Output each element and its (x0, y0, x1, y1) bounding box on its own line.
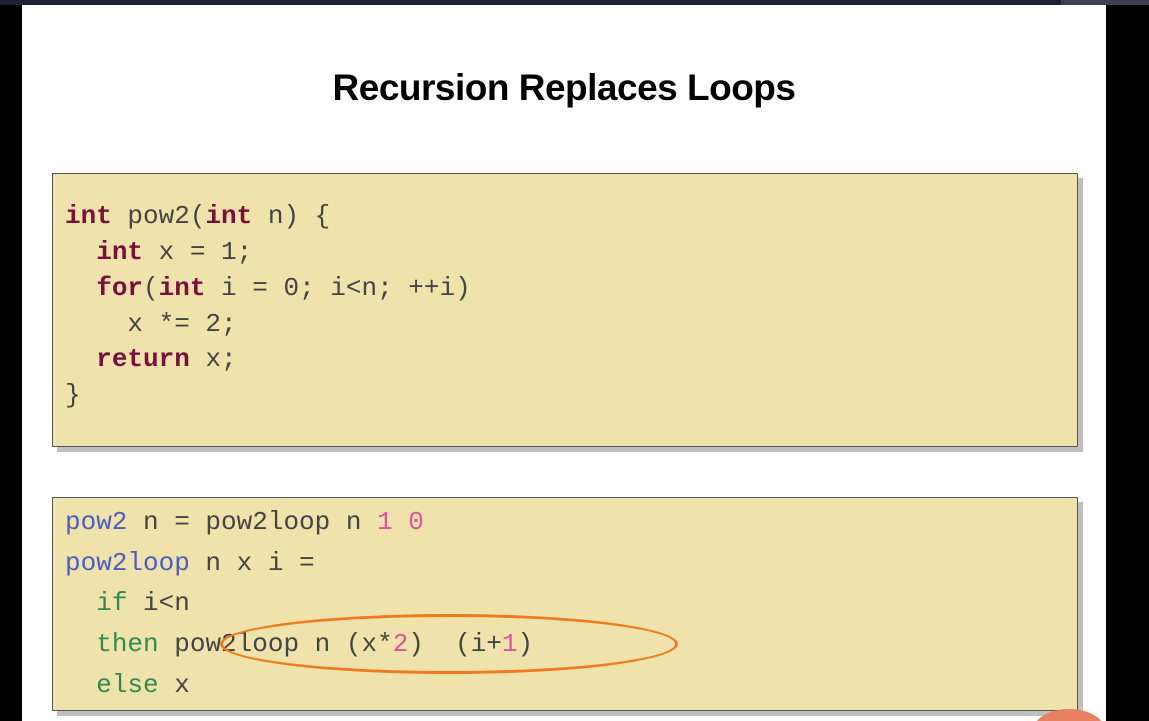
haskell-code-line-3: if i<n (65, 588, 190, 618)
c-code-line-5: return x; (65, 344, 237, 374)
haskell-code-block: pow2 n = pow2loop n 1 0 pow2loop n x i =… (52, 497, 1078, 711)
highlight-ellipse-annotation (220, 614, 678, 674)
code-text: pow2( (111, 201, 206, 231)
code-text: x (158, 670, 190, 700)
haskell-code-line-2: pow2loop n x i = (65, 548, 315, 578)
code-keyword: then (96, 629, 159, 659)
code-keyword: int (205, 201, 253, 231)
video-frame: Recursion Replaces Loops int pow2(int n)… (0, 0, 1149, 721)
code-keyword: return (96, 344, 190, 374)
code-text: n x i = (189, 548, 315, 578)
slide: Recursion Replaces Loops int pow2(int n)… (22, 5, 1106, 721)
code-keyword: int (65, 201, 112, 231)
slide-title: Recursion Replaces Loops (332, 67, 796, 108)
code-text: n) { (252, 201, 331, 231)
code-text: ( (143, 273, 159, 303)
c-code-line-2: int x = 1; (65, 237, 252, 267)
code-keyword: int (158, 273, 206, 303)
code-number: 1 (377, 507, 393, 537)
code-text: x; (189, 344, 237, 374)
code-keyword: if (96, 588, 128, 618)
code-text: i = 0; i<n; ++i) (205, 273, 471, 303)
code-text: } (65, 380, 81, 410)
code-function-name: pow2loop (65, 548, 190, 578)
c-code-line-3: for(int i = 0; i<n; ++i) (65, 273, 471, 303)
code-text: x *= 2; (65, 309, 237, 339)
c-code-block: int pow2(int n) { int x = 1; for(int i =… (52, 173, 1078, 447)
c-code-line-4: x *= 2; (65, 309, 237, 339)
code-text: x = 1; (143, 237, 253, 267)
haskell-code-line-1: pow2 n = pow2loop n 1 0 (65, 507, 424, 537)
code-function-name: pow2 (65, 507, 128, 537)
c-code-line-6: } (65, 380, 81, 410)
c-code-line-1: int pow2(int n) { (65, 201, 330, 231)
code-text: n = pow2loop n (127, 507, 378, 537)
haskell-code-line-5: else x (65, 670, 190, 700)
code-keyword: for (96, 273, 144, 303)
code-keyword: int (96, 237, 144, 267)
code-text: i<n (127, 588, 190, 618)
code-keyword: else (96, 670, 159, 700)
code-number: 0 (408, 507, 424, 537)
